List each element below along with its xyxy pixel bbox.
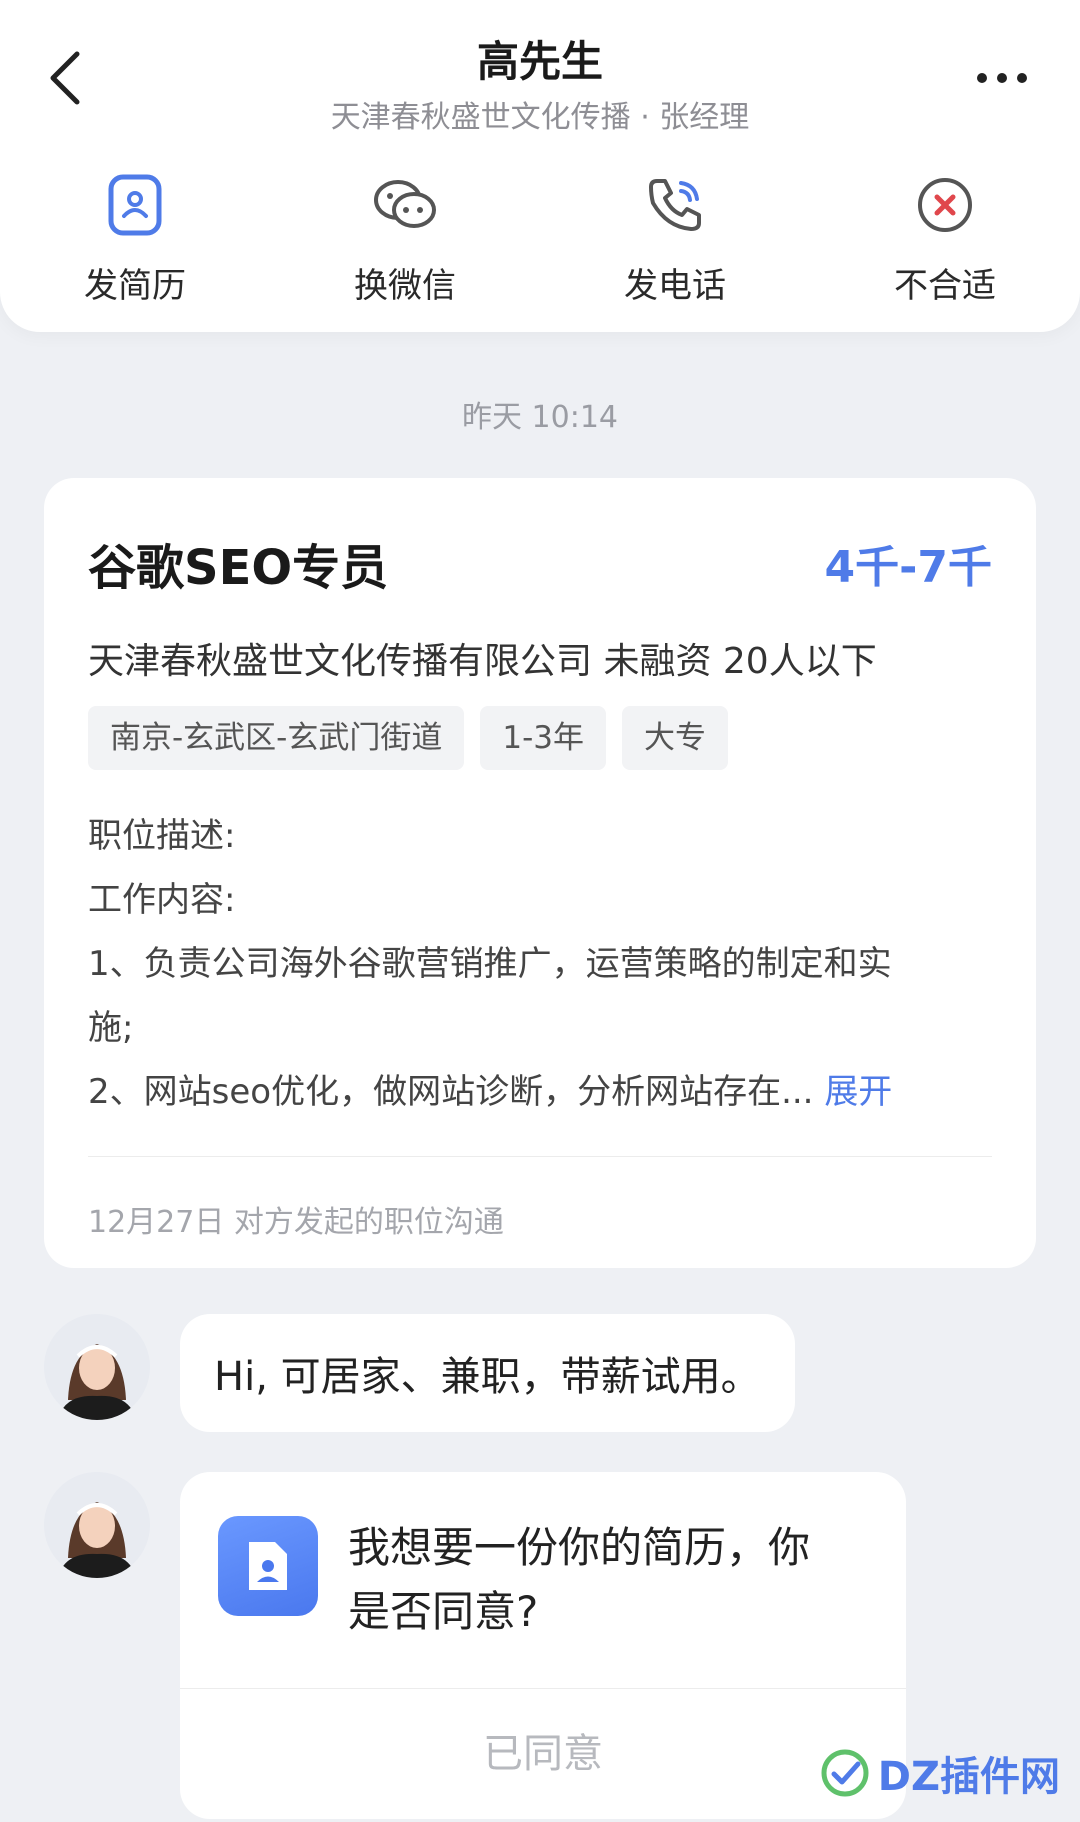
resume-request-line: 我想要一份你的简历，你	[348, 1523, 811, 1572]
call-phone-label: 发电话	[624, 266, 726, 306]
not-suitable-button[interactable]: 不合适	[810, 170, 1080, 310]
tag-location: 南京-玄武区-玄武门街道	[88, 706, 465, 770]
contact-name: 高先生	[476, 37, 603, 86]
exchange-wechat-label: 换微信	[354, 266, 456, 306]
job-tags: 南京-玄武区-玄武门街道 1-3年 大专	[88, 706, 992, 770]
chat-page: 高先生 天津春秋盛世文化传播 · 张经理 发简历 换微信 发电话 不合适 昨天 …	[0, 0, 1080, 1822]
checkmark-logo-icon	[821, 1749, 869, 1797]
more-dots-icon	[977, 73, 1027, 83]
tag-experience: 1-3年	[480, 706, 607, 770]
exchange-wechat-button[interactable]: 换微信	[270, 170, 540, 310]
contact-company: 天津春秋盛世文化传播 · 张经理	[330, 100, 750, 135]
tag-education: 大专	[622, 706, 729, 770]
resume-icon	[218, 1516, 318, 1616]
resume-icon	[100, 170, 170, 240]
expand-link[interactable]: 展开	[824, 1072, 892, 1112]
resume-request-text: 我想要一份你的简历，你 是否同意?	[348, 1516, 810, 1644]
desc-line: 施;	[88, 1008, 134, 1048]
job-salary: 4千-7千	[824, 542, 993, 593]
desc-line-text: 2、网站seo优化，做网站诊断，分析网站存在...	[88, 1072, 814, 1112]
action-bar: 发简历 换微信 发电话 不合适	[0, 170, 1080, 310]
send-resume-button[interactable]: 发简历	[0, 170, 270, 310]
desc-line: 职位描述:	[88, 816, 236, 856]
resume-request-card: 我想要一份你的简历，你 是否同意? 已同意	[180, 1472, 906, 1819]
job-card[interactable]: 谷歌SEO专员 4千-7千 天津春秋盛世文化传播有限公司 未融资 20人以下 南…	[44, 478, 1036, 1268]
avatar[interactable]	[44, 1472, 150, 1578]
desc-line: 1、负责公司海外谷歌营销推广，运营策略的制定和实	[88, 944, 892, 984]
message-text: Hi, 可居家、兼职，带薪试用。	[214, 1354, 761, 1400]
message-row: 我想要一份你的简历，你 是否同意? 已同意	[44, 1472, 906, 1819]
reject-icon	[910, 170, 980, 240]
watermark: DZ插件网	[820, 1744, 1060, 1802]
avatar-image	[44, 1314, 150, 1420]
desc-line: 2、网站seo优化，做网站诊断，分析网站存在... 展开	[88, 1060, 992, 1124]
agreed-button[interactable]: 已同意	[180, 1689, 906, 1819]
avatar[interactable]	[44, 1314, 150, 1420]
phone-icon	[640, 170, 710, 240]
message-row: Hi, 可居家、兼职，带薪试用。	[44, 1314, 795, 1432]
wechat-icon	[370, 170, 440, 240]
resume-request-line: 是否同意?	[348, 1587, 539, 1636]
job-description: 职位描述: 工作内容: 1、负责公司海外谷歌营销推广，运营策略的制定和实 施; …	[88, 804, 992, 1124]
avatar-image	[44, 1472, 150, 1578]
message-timestamp: 昨天 10:14	[462, 400, 618, 435]
send-resume-label: 发简历	[84, 266, 186, 306]
message-bubble[interactable]: Hi, 可居家、兼职，带薪试用。	[180, 1314, 795, 1432]
chat-header: 高先生 天津春秋盛世文化传播 · 张经理 发简历 换微信 发电话 不合适	[0, 0, 1080, 332]
job-company-info: 天津春秋盛世文化传播有限公司 未融资 20人以下	[88, 641, 877, 682]
call-phone-button[interactable]: 发电话	[540, 170, 810, 310]
divider	[88, 1156, 992, 1157]
job-footer: 12月27日 对方发起的职位沟通	[88, 1205, 504, 1240]
not-suitable-label: 不合适	[894, 266, 996, 306]
more-button[interactable]	[972, 58, 1032, 98]
desc-line: 工作内容:	[88, 880, 236, 920]
watermark-text: DZ插件网	[877, 1754, 1060, 1800]
job-title: 谷歌SEO专员	[88, 540, 389, 596]
